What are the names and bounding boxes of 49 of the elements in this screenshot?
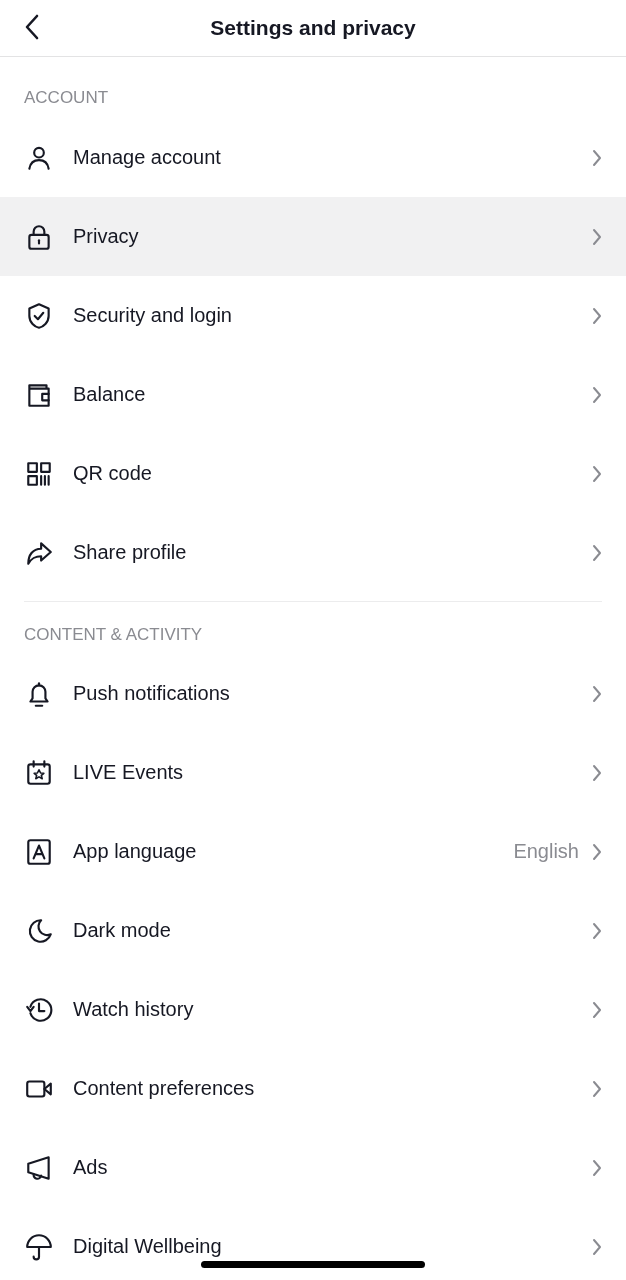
item-label: Ads: [73, 1156, 109, 1179]
settings-item[interactable]: Security and login: [0, 276, 626, 355]
item-label: Content preferences: [73, 1077, 256, 1100]
item-label: Watch history: [73, 998, 195, 1021]
calendar-star-icon: [24, 757, 54, 788]
section-header: ACCOUNT: [23, 87, 110, 109]
chevron-right-icon: [592, 385, 602, 404]
chevron-right-icon: [592, 763, 602, 782]
chevron-right-icon: [592, 306, 602, 325]
item-label: Push notifications: [73, 682, 231, 705]
chevron-right-icon: [592, 921, 602, 940]
settings-item[interactable]: Dark mode: [0, 891, 626, 970]
settings-item[interactable]: Ads: [0, 1128, 626, 1207]
item-label: Digital Wellbeing: [73, 1235, 223, 1258]
item-label: LIVE Events: [73, 761, 185, 784]
item-label: Dark mode: [73, 919, 172, 942]
chevron-right-icon: [592, 464, 602, 483]
item-value: English: [513, 840, 579, 863]
settings-item[interactable]: Privacy: [0, 197, 626, 276]
settings-item[interactable]: Push notifications: [0, 654, 626, 733]
item-label: Security and login: [73, 304, 233, 327]
item-label: QR code: [73, 462, 153, 485]
umbrella-icon: [24, 1231, 54, 1262]
item-label: Share profile: [73, 541, 188, 564]
chevron-right-icon: [592, 1237, 602, 1256]
chevron-right-icon: [592, 1158, 602, 1177]
page-title: Settings and privacy: [210, 16, 416, 40]
letter-a-icon: [24, 836, 54, 867]
settings-item[interactable]: QR code: [0, 434, 626, 513]
item-label: Manage account: [73, 146, 222, 169]
chevron-right-icon: [592, 842, 602, 861]
chevron-right-icon: [592, 684, 602, 703]
chevron-right-icon: [592, 1000, 602, 1019]
settings-item[interactable]: App language English: [0, 812, 626, 891]
chevron-right-icon: [592, 1079, 602, 1098]
item-label: Balance: [73, 383, 147, 406]
chevron-right-icon: [592, 543, 602, 562]
settings-item[interactable]: Watch history: [0, 970, 626, 1049]
settings-item[interactable]: Balance: [0, 355, 626, 434]
settings-item[interactable]: Content preferences: [0, 1049, 626, 1128]
item-label: Privacy: [73, 225, 140, 248]
settings-item[interactable]: Digital Wellbeing: [0, 1207, 626, 1280]
item-label: App language: [73, 840, 198, 863]
settings-item[interactable]: LIVE Events: [0, 733, 626, 812]
section-header: CONTENT & ACTIVITY: [23, 624, 204, 646]
chevron-right-icon: [592, 148, 602, 167]
settings-item[interactable]: Share profile: [0, 513, 626, 592]
settings-item[interactable]: Manage account: [0, 118, 626, 197]
chevron-right-icon: [592, 227, 602, 246]
